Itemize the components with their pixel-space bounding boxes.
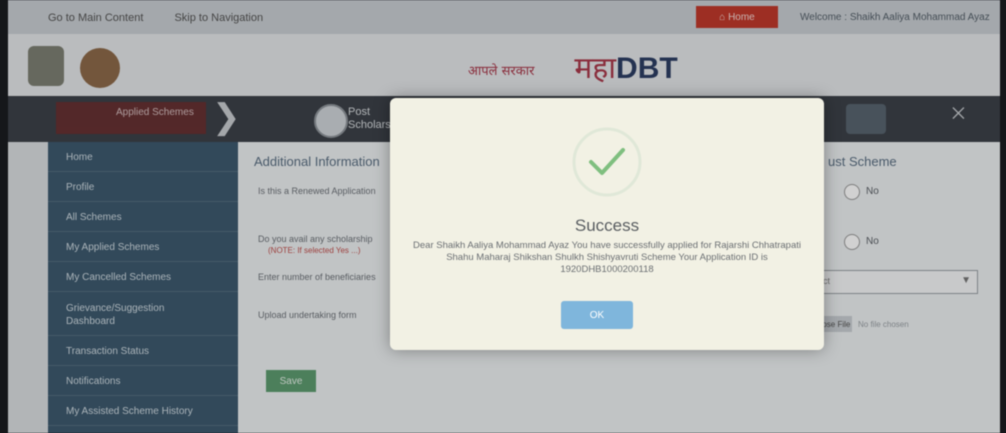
ok-button[interactable]: OK <box>561 301 633 329</box>
success-check-icon <box>572 127 642 197</box>
dialog-title: Success <box>574 216 640 235</box>
dialog-message: Dear Shaikh Aaliya Mohammad Ayaz You hav… <box>413 240 801 275</box>
browser-screen: Go to Main Content Skip to Navigation ⌂ … <box>8 0 1000 433</box>
success-dialog: Success Dear Shaikh Aaliya Mohammad Ayaz… <box>390 98 824 350</box>
